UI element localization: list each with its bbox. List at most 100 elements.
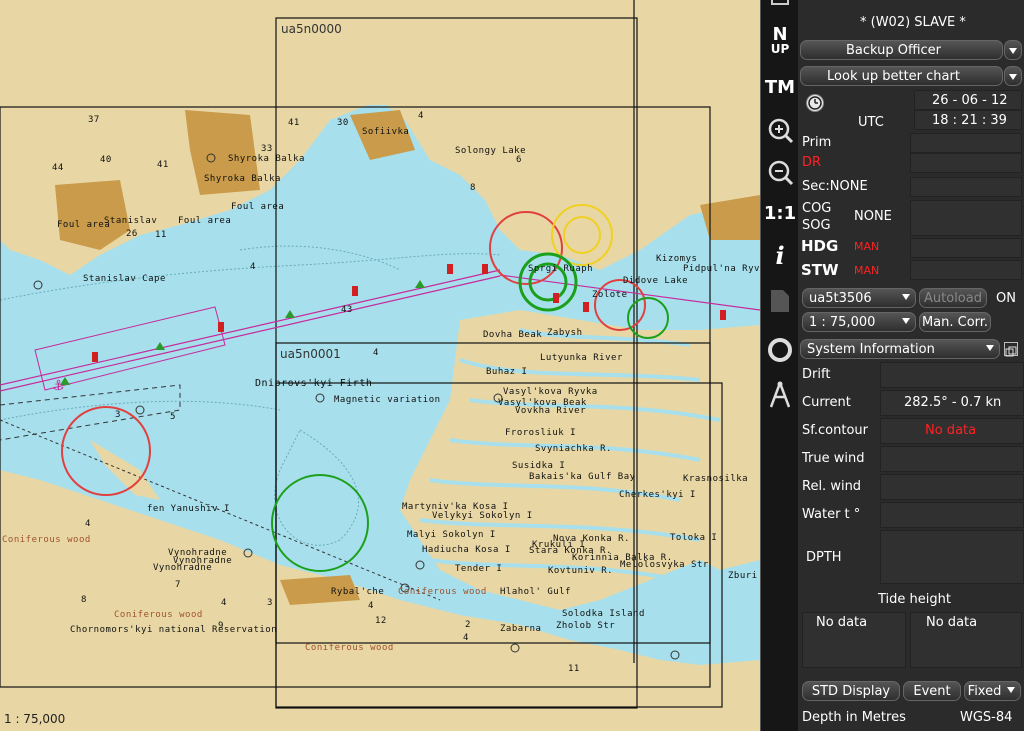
stw-label: STW <box>801 261 839 279</box>
drift-label: Drift <box>802 367 831 382</box>
map-label: Stanislav <box>104 216 158 226</box>
depth-sounding: 4 <box>373 348 379 358</box>
fixed-select-value: Fixed <box>967 683 1002 699</box>
cell-label-ua5n0000: ua5n0000 <box>281 22 342 36</box>
utc-label: UTC <box>858 115 884 130</box>
true-wind-label: True wind <box>802 451 865 466</box>
clock-button[interactable] <box>806 94 824 112</box>
depth-sounding: 4 <box>250 262 256 272</box>
zoom-in-icon <box>768 118 794 144</box>
depth-sounding: 33 <box>261 144 273 154</box>
map-label: Vasyl'kova Ryvka <box>503 387 598 397</box>
map-label: Kovtuniv R. <box>548 566 614 576</box>
backup-officer-dropdown[interactable] <box>1004 40 1022 60</box>
info-button[interactable]: i <box>764 238 796 272</box>
map-label: Shyroka Balka <box>228 154 305 164</box>
depth-sounding: 4 <box>368 601 374 611</box>
man-corr-button[interactable]: Man. Corr. <box>919 312 991 332</box>
look-up-chart-dropdown[interactable] <box>1004 66 1022 86</box>
zoom-out-icon <box>768 160 794 186</box>
sf-contour-value: No data <box>925 423 977 438</box>
map-label: Magnetic variation <box>334 395 441 405</box>
stw-value: MAN <box>854 264 880 277</box>
hdg-label: HDG <box>801 237 839 255</box>
zoom-in-button[interactable] <box>764 113 796 147</box>
depth-sounding: 4 <box>418 111 424 121</box>
map-label: Bakais'ka Gulf Bay <box>529 472 636 482</box>
depth-sounding: 3 <box>267 598 273 608</box>
map-label: Foul area <box>57 220 111 230</box>
depth-sounding: 41 <box>288 118 300 128</box>
map-label: Shyroka Balka <box>204 174 281 184</box>
one-to-one-button[interactable]: 1:1 <box>764 196 796 230</box>
info-page-select[interactable]: System Information <box>800 339 1000 359</box>
map-label: Krasnosilka <box>683 474 749 484</box>
zoom-out-button[interactable] <box>764 155 796 189</box>
map-label: Stanislav Cape <box>83 274 166 284</box>
undock-button[interactable] <box>1004 342 1018 357</box>
depth-sounding: 4 <box>463 633 469 643</box>
scale-select[interactable]: 1 : 75,000 <box>802 312 916 332</box>
depth-sounding: 11 <box>568 664 580 674</box>
depth-label: DPTH <box>806 550 842 565</box>
window-icon <box>1005 346 1017 357</box>
fixed-select[interactable]: Fixed <box>964 681 1021 701</box>
depth-sounding: 30 <box>337 118 349 128</box>
north-up-button[interactable]: N UP <box>764 22 796 62</box>
autoload-state: ON <box>996 291 1016 306</box>
depth-sounding: 2 <box>465 620 471 630</box>
chevron-down-icon <box>1007 687 1015 693</box>
map-label: Coniferous wood <box>398 587 487 597</box>
current-value: 282.5° - 0.7 kn <box>904 395 1002 410</box>
map-label: Toloka I <box>670 533 718 543</box>
tide-height-label: Tide height <box>878 592 951 607</box>
top-partial-button[interactable] <box>764 0 796 12</box>
map-label: Velykyi Sokolyn I <box>432 511 533 521</box>
chart-select[interactable]: ua5t3506 <box>802 288 916 308</box>
look-up-chart-label: Look up better chart <box>827 68 960 84</box>
depth-sounding: 41 <box>157 160 169 170</box>
event-button[interactable]: Event <box>903 681 961 701</box>
depth-sounding: 4 <box>221 598 227 608</box>
depth-sounding: 43 <box>341 305 353 315</box>
map-label: Sofiivka <box>362 127 410 137</box>
measure-tool-button[interactable] <box>764 378 796 412</box>
current-label: Current <box>802 395 851 410</box>
look-up-chart-select[interactable]: Look up better chart <box>800 66 1003 86</box>
cog-label: COG <box>802 201 832 216</box>
rel-wind-label: Rel. wind <box>802 479 862 494</box>
chart-display[interactable]: ⚓ ua5n0000 ua5n0001 Foul area Foul area … <box>0 0 760 731</box>
tide-right-value: No data <box>926 615 978 630</box>
prim-label: Prim <box>802 135 832 150</box>
chart-select-value: ua5t3506 <box>809 290 872 306</box>
cell-label-ua5n0001: ua5n0001 <box>280 347 341 361</box>
map-label: Svyniachka R. <box>535 444 612 454</box>
tide-left-value: No data <box>816 615 868 630</box>
chevron-down-icon <box>902 294 910 300</box>
svg-text:⚓: ⚓ <box>52 378 65 394</box>
map-label: Buhaz I <box>486 367 528 377</box>
vertical-toolbar: N UP TM 1:1 i <box>760 0 798 731</box>
std-display-button[interactable]: STD Display <box>802 681 900 701</box>
backup-officer-label: Backup Officer <box>845 42 942 58</box>
backup-officer-select[interactable]: Backup Officer <box>800 40 1003 60</box>
map-label: Chornomors'kyi national Reservation <box>70 625 278 635</box>
depth-sounding: 5 <box>170 412 176 422</box>
chevron-down-icon <box>986 345 994 351</box>
dr-label: DR <box>802 155 822 170</box>
map-label: Coniferous wood <box>305 643 394 653</box>
map-label: Zburi <box>728 571 758 581</box>
map-label: Pidpul'na Ryvka <box>683 264 760 274</box>
depth-sounding: 26 <box>126 229 138 239</box>
water-temp-label: Water t ° <box>802 507 861 522</box>
ring-icon <box>768 338 792 362</box>
ring-button[interactable] <box>764 333 796 367</box>
page-button[interactable] <box>764 284 796 318</box>
map-label: Didove Lake <box>623 276 689 286</box>
autoload-button[interactable]: Autoload <box>919 288 987 308</box>
datum-label: WGS-84 <box>960 710 1013 725</box>
depth-sounding: 40 <box>100 155 112 165</box>
cog-sog-value: NONE <box>854 209 892 224</box>
map-label: Foul area <box>231 202 285 212</box>
true-motion-button[interactable]: TM <box>764 70 796 104</box>
